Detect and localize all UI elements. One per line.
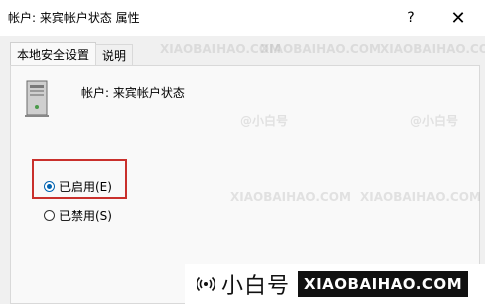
disabled-label: 已禁用(S) [59, 209, 112, 223]
enabled-radio[interactable] [44, 181, 55, 192]
background-watermark: XIAOBAIHAO.COM [260, 42, 381, 56]
close-icon: ✕ [450, 7, 466, 29]
background-watermark: XIAOBAIHAO.COM [160, 42, 281, 56]
title-bar: 帐户: 来宾帐户状态 属性 ? ✕ [0, 0, 485, 36]
watermark-brand-en: XIAOBAIHAO.COM [298, 271, 469, 297]
account-policy-label: 帐户: 来宾帐户状态 [81, 86, 185, 100]
tab-explain[interactable]: 说明 [95, 44, 134, 66]
disabled-option[interactable]: 已禁用(S) [44, 207, 112, 224]
enabled-label: 已启用(E) [59, 180, 112, 194]
dialog-title: 帐户: 来宾帐户状态 属性 [8, 11, 140, 25]
properties-dialog: 帐户: 来宾帐户状态 属性 ? ✕ 本地安全设置 说明 帐户: 来宾帐户状态 已… [0, 0, 485, 304]
disabled-radio[interactable] [44, 210, 55, 221]
tab-strip: 本地安全设置 说明 [10, 42, 134, 66]
help-icon: ? [407, 10, 415, 26]
background-watermark: XIAOBAIHAO.COM [380, 42, 485, 56]
computer-tower-icon [25, 80, 49, 117]
enabled-option[interactable]: 已启用(E) [44, 178, 112, 195]
help-button[interactable]: ? [391, 0, 431, 36]
tab-local-security-setting[interactable]: 本地安全设置 [10, 42, 97, 66]
watermark-banner: 小白号 XIAOBAIHAO.COM [185, 264, 485, 304]
watermark-brand-cn: 小白号 [221, 274, 291, 299]
close-button[interactable]: ✕ [438, 0, 478, 36]
broadcast-icon [197, 276, 215, 292]
